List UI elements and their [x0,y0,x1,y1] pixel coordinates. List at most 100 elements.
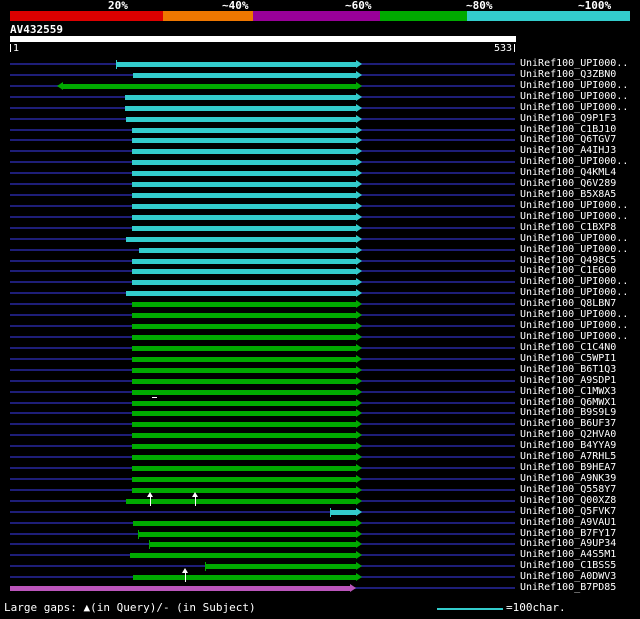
hit-bar[interactable] [130,553,356,558]
hit-label[interactable]: UniRef100_UPI000.. [520,234,628,244]
hit-bar[interactable] [132,335,356,340]
hit-bar[interactable] [132,422,356,427]
hit-bar[interactable] [132,149,356,154]
hit-label[interactable]: UniRef100_Q4KML4 [520,168,616,178]
hit-bar[interactable] [132,269,356,274]
hit-bar[interactable] [133,521,356,526]
hit-bar[interactable] [132,411,356,416]
hit-label[interactable]: UniRef100_UPI000.. [520,201,628,211]
hit-label[interactable]: UniRef100_UPI000.. [520,212,628,222]
hit-label[interactable]: UniRef100_UPI000.. [520,245,628,255]
hit-label[interactable]: UniRef100_Q3ZBN0 [520,70,616,80]
hit-bar[interactable] [126,237,356,242]
hit-bar[interactable] [132,357,356,362]
hit-label[interactable]: UniRef100_Q9P1F3 [520,114,616,124]
hit-bar[interactable] [125,95,356,100]
hit-bar[interactable] [205,564,356,569]
hit-label[interactable]: UniRef100_Q00XZ8 [520,496,616,506]
hit-bar[interactable] [138,532,356,537]
hit-bar[interactable] [132,280,356,285]
hit-label[interactable]: UniRef100_A0DWV3 [520,572,616,582]
hit-label[interactable]: UniRef100_A4S5M1 [520,550,616,560]
hit-label[interactable]: UniRef100_B9S9L9 [520,408,616,418]
hit-bar[interactable] [132,171,356,176]
hit-label[interactable]: UniRef100_C1EG00 [520,266,616,276]
hit-bar[interactable] [132,466,356,471]
hit-label[interactable]: UniRef100_Q8LBN7 [520,299,616,309]
hit-label[interactable]: UniRef100_Q5FVK7 [520,507,616,517]
hit-bar[interactable] [125,106,356,111]
hit-bar[interactable] [139,248,356,253]
hit-bar[interactable] [132,324,356,329]
hit-bar[interactable] [132,390,356,395]
hit-bar[interactable] [126,499,356,504]
hit-bar[interactable] [132,477,356,482]
hit-bar[interactable] [132,226,356,231]
hit-bar[interactable] [132,160,356,165]
hit-label[interactable]: UniRef100_A9VAU1 [520,518,616,528]
hit-bar[interactable] [132,368,356,373]
hit-bar[interactable] [132,182,356,187]
hit-label[interactable]: UniRef100_B9HEA7 [520,463,616,473]
hit-start-tick [330,508,331,517]
hit-label[interactable]: UniRef100_UPI000.. [520,92,628,102]
hit-label[interactable]: UniRef100_B7PD85 [520,583,616,593]
hit-label[interactable]: UniRef100_C1C4N0 [520,343,616,353]
hit-bar[interactable] [132,313,356,318]
hit-label[interactable]: UniRef100_A9SDP1 [520,376,616,386]
hit-bar[interactable] [116,62,356,67]
hit-label[interactable]: UniRef100_C1BXP8 [520,223,616,233]
hit-bar[interactable] [126,291,356,296]
hit-bar[interactable] [132,215,356,220]
hit-bar[interactable] [132,302,356,307]
hit-label[interactable]: UniRef100_UPI000.. [520,81,628,91]
hit-bar[interactable] [132,138,356,143]
hit-bar[interactable] [132,488,356,493]
hit-label[interactable]: UniRef100_UPI000.. [520,310,628,320]
hit-bar[interactable] [133,575,356,580]
hit-bar[interactable] [149,542,356,547]
hit-label[interactable]: UniRef100_B6T1Q3 [520,365,616,375]
hit-bar[interactable] [132,379,356,384]
hit-label[interactable]: UniRef100_UPI000.. [520,157,628,167]
hit-label[interactable]: UniRef100_Q6TGV7 [520,135,616,145]
hit-label[interactable]: UniRef100_Q2HVA0 [520,430,616,440]
hit-bar[interactable] [330,510,356,515]
hit-label[interactable]: UniRef100_C1BSS5 [520,561,616,571]
hit-label[interactable]: UniRef100_C1MWX3 [520,387,616,397]
query-gap-triangle-icon [182,568,188,573]
hit-label[interactable]: UniRef100_UPI000.. [520,288,628,298]
hit-label[interactable]: UniRef100_B6UF37 [520,419,616,429]
hit-bar[interactable] [132,259,356,264]
hit-bar[interactable] [132,455,356,460]
hit-label[interactable]: UniRef100_A4IHJ3 [520,146,616,156]
hit-label[interactable]: UniRef100_B4YYA9 [520,441,616,451]
hit-label[interactable]: UniRef100_A9UP34 [520,539,616,549]
hit-bar[interactable] [10,586,350,591]
hit-label[interactable]: UniRef100_UPI000.. [520,59,628,69]
hit-arrow-right-icon [356,562,362,570]
hit-label[interactable]: UniRef100_A7RHL5 [520,452,616,462]
hit-arrow-right-icon [356,344,362,352]
hit-bar[interactable] [132,128,356,133]
hit-label[interactable]: UniRef100_Q6V289 [520,179,616,189]
hit-label[interactable]: UniRef100_C5WPI1 [520,354,616,364]
hit-bar[interactable] [132,433,356,438]
hit-bar[interactable] [132,204,356,209]
hit-bar[interactable] [132,193,356,198]
hit-bar[interactable] [63,84,356,89]
hit-label[interactable]: UniRef100_Q558Y7 [520,485,616,495]
hit-bar[interactable] [132,444,356,449]
hit-label[interactable]: UniRef100_B5X8A5 [520,190,616,200]
hit-bar[interactable] [132,401,356,406]
hit-label[interactable]: UniRef100_A9NK39 [520,474,616,484]
hit-bar[interactable] [126,117,356,122]
hit-arrow-right-icon [356,355,362,363]
hit-label[interactable]: UniRef100_UPI000.. [520,321,628,331]
hit-label[interactable]: UniRef100_UPI000.. [520,103,628,113]
hit-label[interactable]: UniRef100_UPI000.. [520,332,628,342]
hit-bar[interactable] [133,73,356,78]
hit-bar[interactable] [132,346,356,351]
hit-arrow-right-icon [356,60,362,68]
hit-label[interactable]: UniRef100_UPI000.. [520,277,628,287]
